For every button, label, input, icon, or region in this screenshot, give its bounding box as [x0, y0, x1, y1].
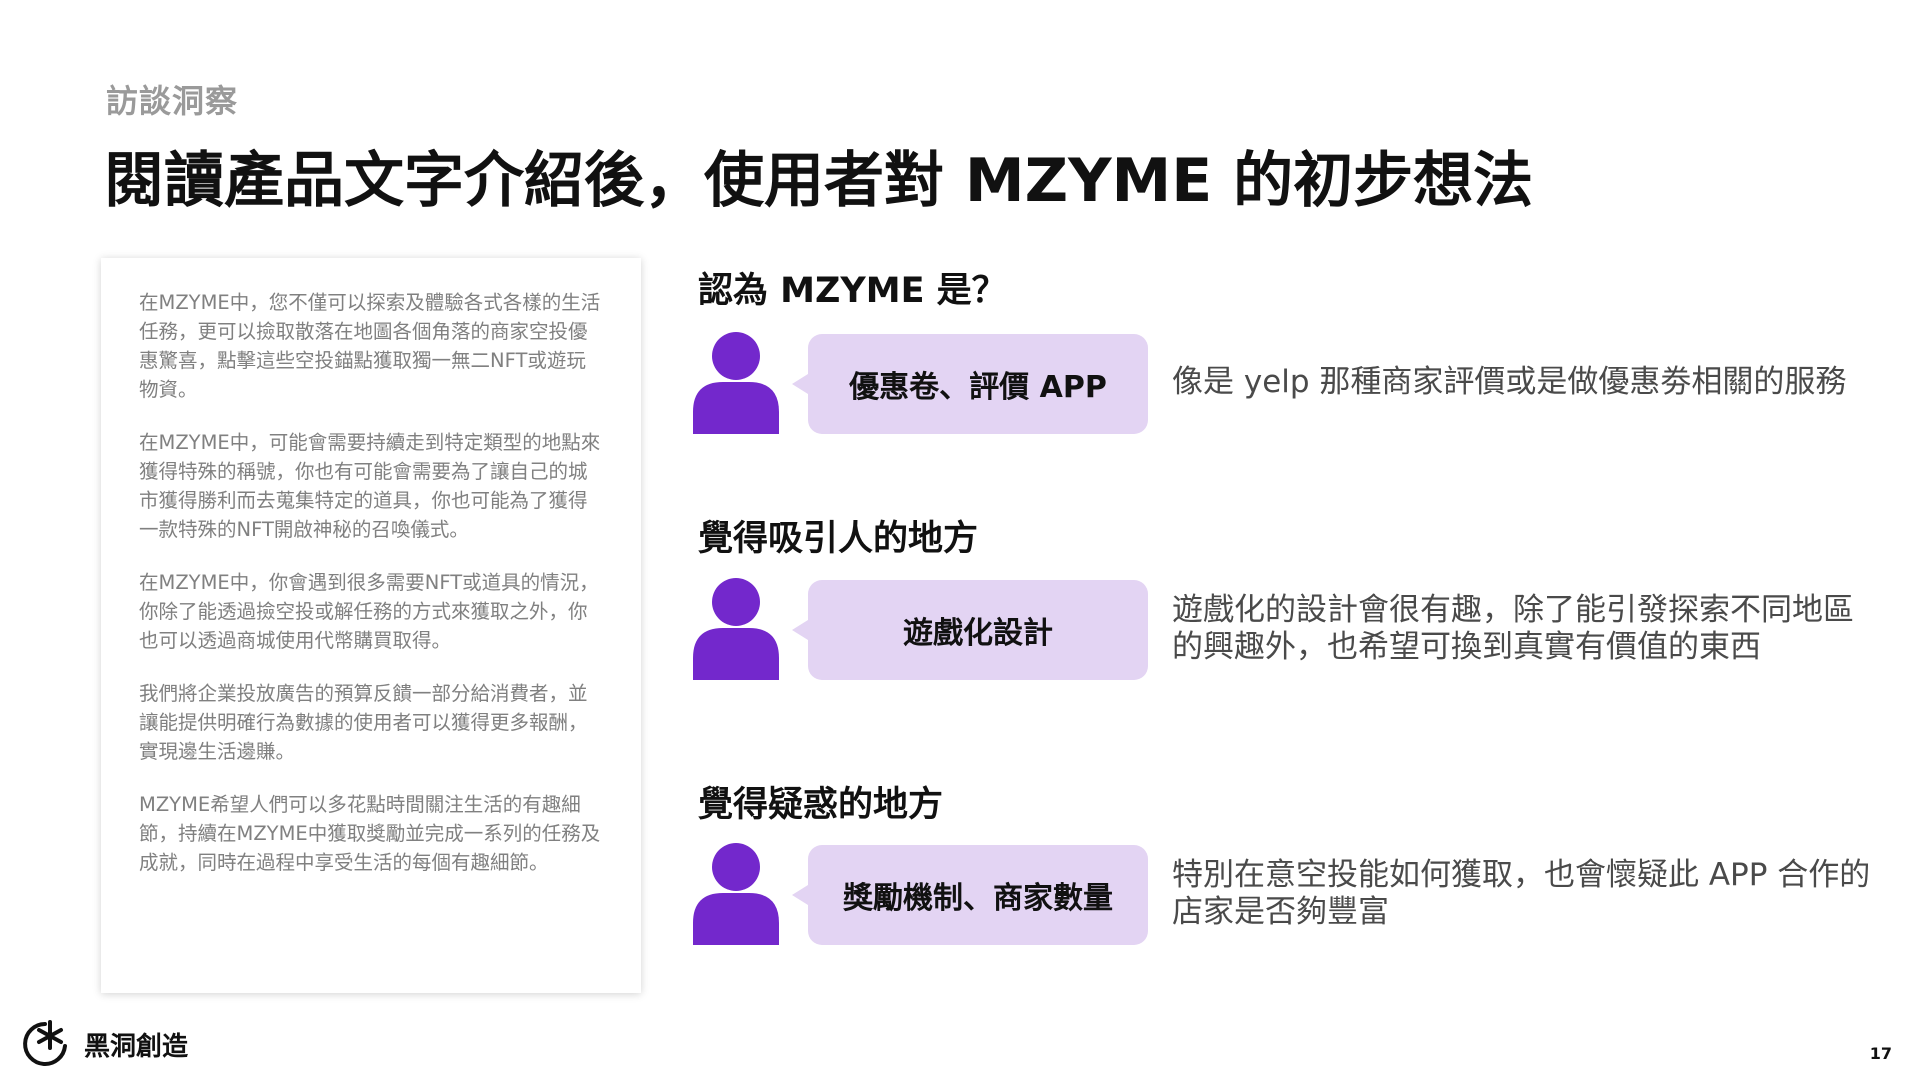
person-icon — [693, 578, 779, 680]
person-icon — [693, 332, 779, 434]
insight-quote: 像是 yelp 那種商家評價或是做優惠劵相關的服務 — [1172, 364, 1847, 400]
insight-quote: 特別在意空投能如何獲取，也會懷疑此 APP 合作的店家是否夠豐富 — [1172, 857, 1871, 930]
insight-quote: 遊戲化的設計會很有趣，除了能引發探索不同地區的興趣外，也希望可換到真實有價值的東… — [1172, 592, 1854, 665]
insight-label-what-is: 認為 MZYME 是？ — [698, 271, 1007, 311]
person-icon — [693, 843, 779, 945]
product-intro-card: 在MZYME中，您不僅可以探索及體驗各式各樣的生活任務，更可以撿取散落在地圖各個… — [101, 258, 641, 993]
insight-label-confusing: 覺得疑惑的地方 — [698, 785, 944, 825]
insight-answer-bubble: 優惠卷、評價 APP — [792, 334, 1148, 434]
intro-paragraph: 在MZYME中，你會遇到很多需要NFT或道具的情況，你除了能透過撿空投或解任務的… — [139, 571, 599, 652]
intro-paragraph: 在MZYME中，可能會需要持續走到特定類型的地點來獲得特殊的稱號，你也有可能會需… — [139, 431, 601, 541]
brand-name: 黑洞創造 — [84, 1031, 189, 1062]
intro-paragraph: 在MZYME中，您不僅可以探索及體驗各式各樣的生活任務，更可以撿取散落在地圖各個… — [139, 291, 601, 401]
insight-answer-bubble: 遊戲化設計 — [792, 580, 1148, 680]
insight-label-attractive: 覺得吸引人的地方 — [698, 519, 979, 559]
intro-paragraph: MZYME希望人們可以多花點時間關注生活的有趣細節，持續在MZYME中獲取獎勵並… — [139, 793, 601, 874]
insight-answer-bubble: 獎勵機制、商家數量 — [792, 845, 1148, 945]
intro-paragraph: 我們將企業投放廣告的預算反饋一部分給消費者，並讓能提供明確行為數據的使用者可以獲… — [139, 682, 588, 763]
black-hole-logo-icon — [23, 1020, 67, 1066]
brand-logo: 黑洞創造 — [20, 1018, 188, 1070]
page-title: 閱讀產品文字介紹後，使用者對 MZYME 的初步想法 — [104, 146, 1534, 216]
page-number: 17 — [1869, 1044, 1892, 1063]
section-kicker: 訪談洞察 — [106, 82, 239, 120]
